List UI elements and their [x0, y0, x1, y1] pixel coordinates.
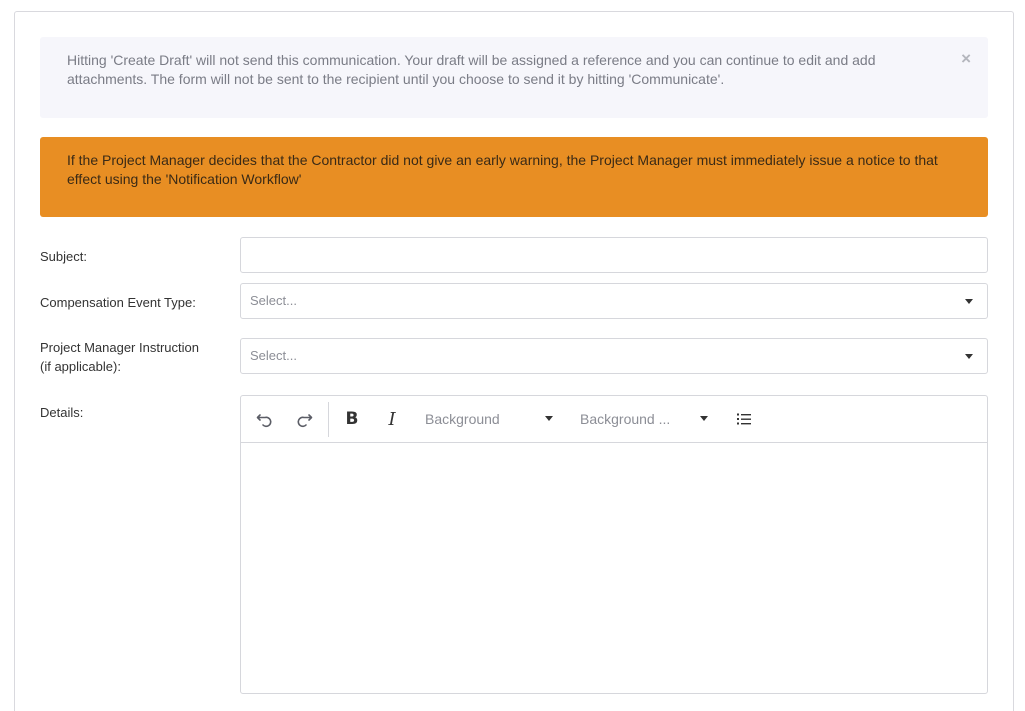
subject-input[interactable]: [241, 238, 987, 272]
compensation-event-type-label: Compensation Event Type:: [40, 295, 196, 310]
rich-text-editor: B I Background Background ...: [240, 395, 988, 694]
italic-button[interactable]: I: [381, 408, 403, 430]
background-color-dropdown[interactable]: Background ...: [580, 408, 708, 430]
editor-toolbar: B I Background Background ...: [241, 396, 987, 443]
redo-icon[interactable]: [294, 408, 316, 430]
bold-button[interactable]: B: [341, 408, 363, 430]
info-alert-text: Hitting 'Create Draft' will not send thi…: [67, 52, 876, 87]
warning-alert-text: If the Project Manager decides that the …: [67, 152, 938, 187]
pm-instruction-label-line1: Project Manager Instruction: [40, 340, 199, 355]
subject-label: Subject:: [40, 249, 87, 264]
chevron-down-icon: [965, 299, 973, 304]
chevron-down-icon: [700, 416, 708, 421]
toolbar-divider: [328, 402, 329, 437]
close-icon[interactable]: ×: [961, 49, 971, 68]
info-alert: Hitting 'Create Draft' will not send thi…: [40, 37, 988, 118]
foreground-color-dropdown[interactable]: Background: [425, 408, 553, 430]
pm-instruction-label-line2: (if applicable):: [40, 359, 121, 374]
pm-instruction-select[interactable]: Select...: [240, 338, 988, 374]
bullet-list-icon[interactable]: [733, 408, 755, 430]
compensation-event-type-select[interactable]: Select...: [240, 283, 988, 319]
pm-instruction-value: Select...: [250, 348, 297, 363]
pm-instruction-label: Project Manager Instruction (if applicab…: [40, 338, 225, 376]
editor-content-area[interactable]: [241, 443, 987, 693]
form-card: Hitting 'Create Draft' will not send thi…: [14, 11, 1014, 711]
subject-field[interactable]: [240, 237, 988, 273]
undo-icon[interactable]: [253, 408, 275, 430]
foreground-color-label: Background: [425, 411, 500, 427]
chevron-down-icon: [545, 416, 553, 421]
details-label: Details:: [40, 405, 84, 420]
background-color-label: Background ...: [580, 411, 671, 427]
chevron-down-icon: [965, 354, 973, 359]
warning-alert: If the Project Manager decides that the …: [40, 137, 988, 217]
compensation-event-type-value: Select...: [250, 293, 297, 308]
